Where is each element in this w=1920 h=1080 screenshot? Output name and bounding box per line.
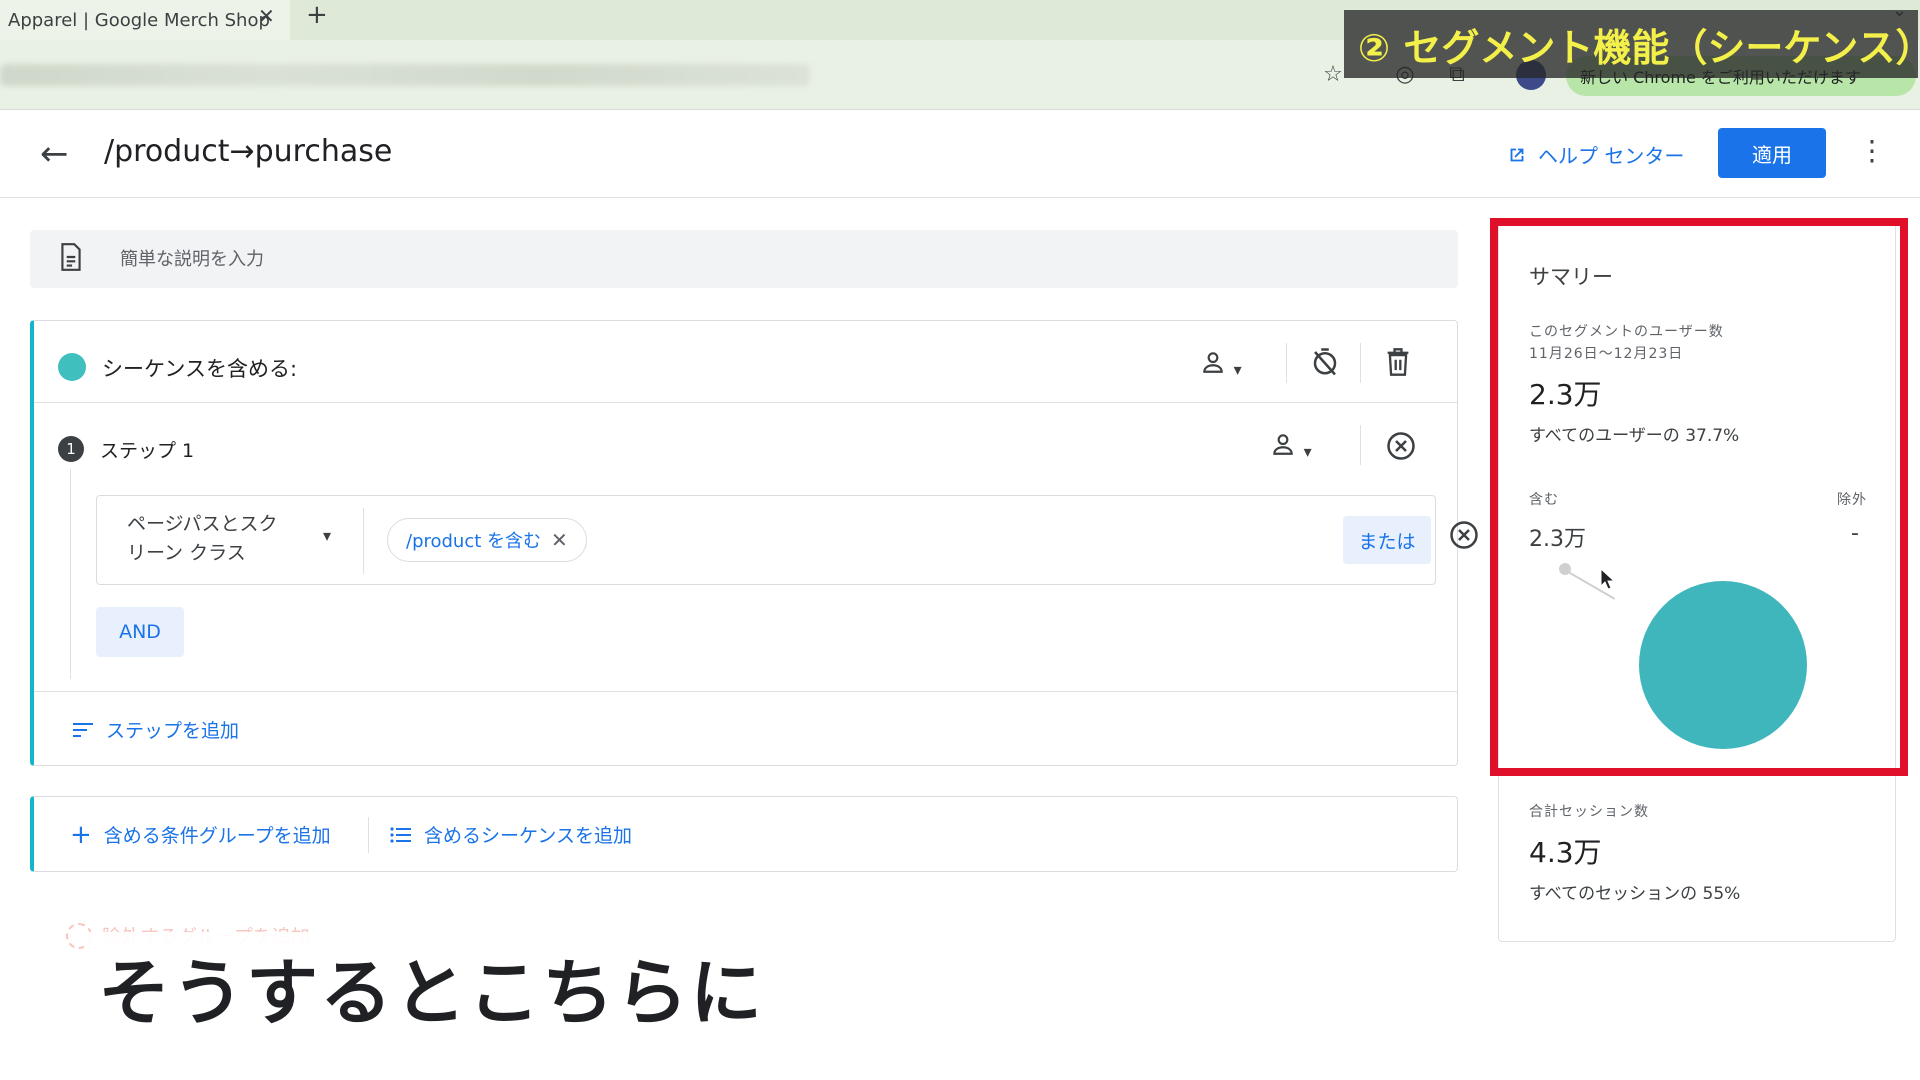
pie-slice-include[interactable] xyxy=(1639,581,1807,749)
person-scope-dropdown[interactable]: ▾ xyxy=(1200,349,1242,381)
mouse-cursor-icon xyxy=(1600,568,1616,590)
add-condition-group-label: 含める条件グループを追加 xyxy=(103,825,331,847)
chevron-down-icon: ▾ xyxy=(1303,442,1312,461)
step-label: ステップ 1 xyxy=(100,440,195,462)
add-sequence-button[interactable]: 含めるシーケンスを追加 xyxy=(390,821,632,848)
add-step-button[interactable]: ステップを追加 xyxy=(72,716,239,743)
condition-chip[interactable]: /product を含む ✕ xyxy=(387,518,587,562)
exclude-value: - xyxy=(1851,521,1859,546)
exclude-label: 除外 xyxy=(1837,492,1867,508)
sequence-header: シーケンスを含める: ▾ xyxy=(34,321,1457,403)
document-icon xyxy=(61,243,81,271)
include-exclude-pie xyxy=(1559,563,1859,763)
or-button[interactable]: または xyxy=(1343,516,1431,564)
sessions-share: すべてのセッションの 55% xyxy=(1529,884,1741,904)
condition-chip-label: /product を含む xyxy=(406,531,542,552)
video-caption: そうするとこちらに xyxy=(84,932,780,1040)
remove-step-icon[interactable] xyxy=(1386,431,1416,461)
add-step-label: ステップを追加 xyxy=(106,720,240,742)
tab-title: Apparel | Google Merch Shop xyxy=(8,9,270,31)
remove-condition-icon[interactable] xyxy=(1449,520,1479,550)
more-vert-icon[interactable]: ⋮ xyxy=(1858,134,1886,167)
help-center-link[interactable]: ヘルプ センター xyxy=(1506,140,1684,169)
add-condition-group-button[interactable]: + 含める条件グループを追加 xyxy=(70,821,331,848)
divider xyxy=(368,817,369,853)
dimension-select[interactable]: ページパスとスク リーン クラス xyxy=(127,510,327,568)
summary-title: サマリー xyxy=(1529,265,1613,289)
description-field-container xyxy=(30,230,1458,288)
add-sequence-label: 含めるシーケンスを追加 xyxy=(424,825,633,847)
sessions-label: 合計セッション数 xyxy=(1529,804,1649,820)
add-step-row: ステップを追加 xyxy=(34,691,1457,765)
browser-tab[interactable]: Apparel | Google Merch Shop ✕ xyxy=(0,0,290,40)
new-tab-icon[interactable]: + xyxy=(306,0,328,30)
back-arrow-icon[interactable]: ← xyxy=(40,134,69,174)
url-field[interactable] xyxy=(0,64,810,86)
step-number-badge: 1 xyxy=(58,436,84,462)
step-connector-line xyxy=(70,469,71,679)
sequence-color-dot xyxy=(58,353,86,381)
sequence-card: シーケンスを含める: ▾ 1 ステップ 1 ▾ ページパスとスク リーン クラス… xyxy=(30,320,1478,766)
users-share: すべてのユーザーの 37.7% xyxy=(1529,426,1740,446)
trash-icon[interactable] xyxy=(1384,347,1412,377)
sessions-value: 4.3万 xyxy=(1529,836,1602,869)
apply-button[interactable]: 適用 xyxy=(1718,128,1826,178)
step-person-scope-dropdown[interactable]: ▾ xyxy=(1270,431,1312,463)
description-input[interactable] xyxy=(120,240,1020,278)
and-button[interactable]: AND xyxy=(96,607,184,657)
include-value: 2.3万 xyxy=(1529,527,1586,552)
overlay-title: ② セグメント機能（シーケンス） xyxy=(1344,10,1920,78)
open-external-icon xyxy=(1510,148,1524,161)
divider xyxy=(1360,425,1361,465)
list-icon xyxy=(73,722,93,737)
summary-card: サマリー このセグメントのユーザー数 11月26日～12月23日 2.3万 すべ… xyxy=(1498,222,1896,942)
person-icon xyxy=(1273,434,1293,455)
users-value: 2.3万 xyxy=(1529,378,1602,411)
include-label: 含む xyxy=(1529,492,1559,508)
list-icon xyxy=(390,826,411,843)
date-range: 11月26日～12月23日 xyxy=(1529,346,1684,362)
page-title: /product→purchase xyxy=(104,134,393,169)
segment-header: ← /product→purchase ヘルプ センター 適用 ⋮ xyxy=(0,110,1920,198)
dimension-label-line2: リーン クラス xyxy=(127,542,246,564)
users-label: このセグメントのユーザー数 xyxy=(1529,324,1724,340)
dimension-label-line1: ページパスとスク xyxy=(127,513,278,535)
timer-off-icon[interactable] xyxy=(1310,347,1340,377)
plus-icon: + xyxy=(70,819,92,850)
tab-close-icon[interactable]: ✕ xyxy=(258,4,275,28)
close-icon[interactable]: ✕ xyxy=(551,528,568,552)
chevron-down-icon[interactable]: ▾ xyxy=(323,526,331,545)
condition-row: ページパスとスク リーン クラス ▾ /product を含む ✕ または xyxy=(96,495,1478,585)
add-group-card: + 含める条件グループを追加 含めるシーケンスを追加 xyxy=(30,796,1458,872)
sequence-label: シーケンスを含める: xyxy=(102,357,298,381)
divider xyxy=(1286,343,1287,383)
help-center-label: ヘルプ センター xyxy=(1538,144,1685,168)
person-icon xyxy=(1203,352,1223,373)
chevron-down-icon: ▾ xyxy=(1233,360,1242,379)
divider xyxy=(1360,343,1361,383)
divider xyxy=(363,508,364,574)
